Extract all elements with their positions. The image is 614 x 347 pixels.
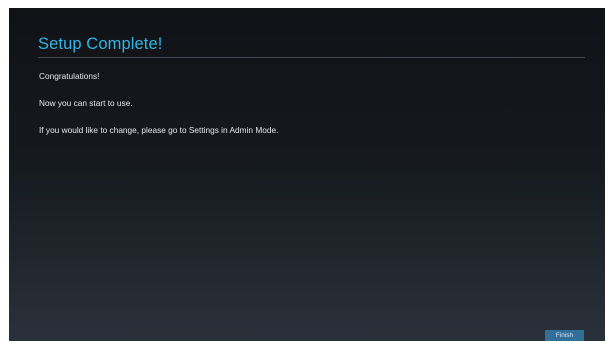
finish-button[interactable]: Finish xyxy=(545,330,584,341)
setup-complete-screen: Setup Complete! Congratulations! Now you… xyxy=(9,8,605,341)
admin-mode-hint-text: If you would like to change, please go t… xyxy=(39,125,279,135)
title-divider xyxy=(38,57,585,58)
congratulations-text: Congratulations! xyxy=(39,71,100,81)
start-using-text: Now you can start to use. xyxy=(39,98,133,108)
page-title: Setup Complete! xyxy=(38,35,163,53)
